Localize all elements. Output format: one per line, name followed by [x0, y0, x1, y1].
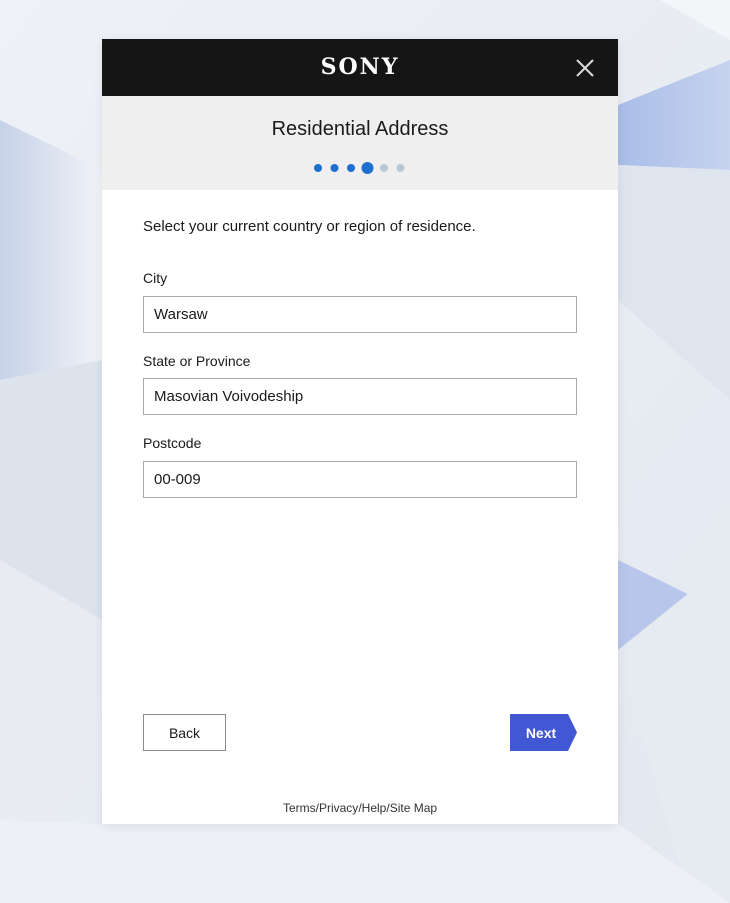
footer-links: Terms/Privacy/Help/Site Map [102, 801, 618, 815]
postcode-label: Postcode [143, 435, 202, 451]
step-dot [396, 164, 405, 172]
state-label: State or Province [143, 353, 251, 369]
site-map-link[interactable]: Site Map [390, 801, 437, 815]
close-icon [576, 59, 594, 77]
step-dot [380, 164, 388, 172]
city-label: City [143, 270, 168, 286]
terms-link[interactable]: Terms [283, 801, 316, 815]
intro-text: Select your current country or region of… [143, 218, 476, 235]
sony-logo: SONY [320, 54, 400, 80]
dialog: SONY Residential Address Select your cur… [102, 39, 618, 824]
state-field[interactable] [143, 378, 577, 415]
step-dot [347, 164, 355, 172]
page-title: Residential Address [271, 118, 449, 140]
close-button[interactable] [572, 55, 598, 81]
next-button-label: Next [525, 724, 557, 741]
city-field[interactable] [143, 296, 577, 333]
top-bar: SONY [102, 39, 618, 96]
postcode-field[interactable] [143, 461, 577, 498]
privacy-link[interactable]: Privacy [319, 801, 358, 815]
step-dot [314, 164, 322, 172]
step-indicator [102, 160, 618, 176]
step-dot-current [361, 162, 374, 174]
back-button[interactable]: Back [143, 714, 226, 751]
step-dot [330, 164, 339, 172]
help-link[interactable]: Help [362, 801, 387, 815]
next-button[interactable]: Next [510, 714, 577, 751]
